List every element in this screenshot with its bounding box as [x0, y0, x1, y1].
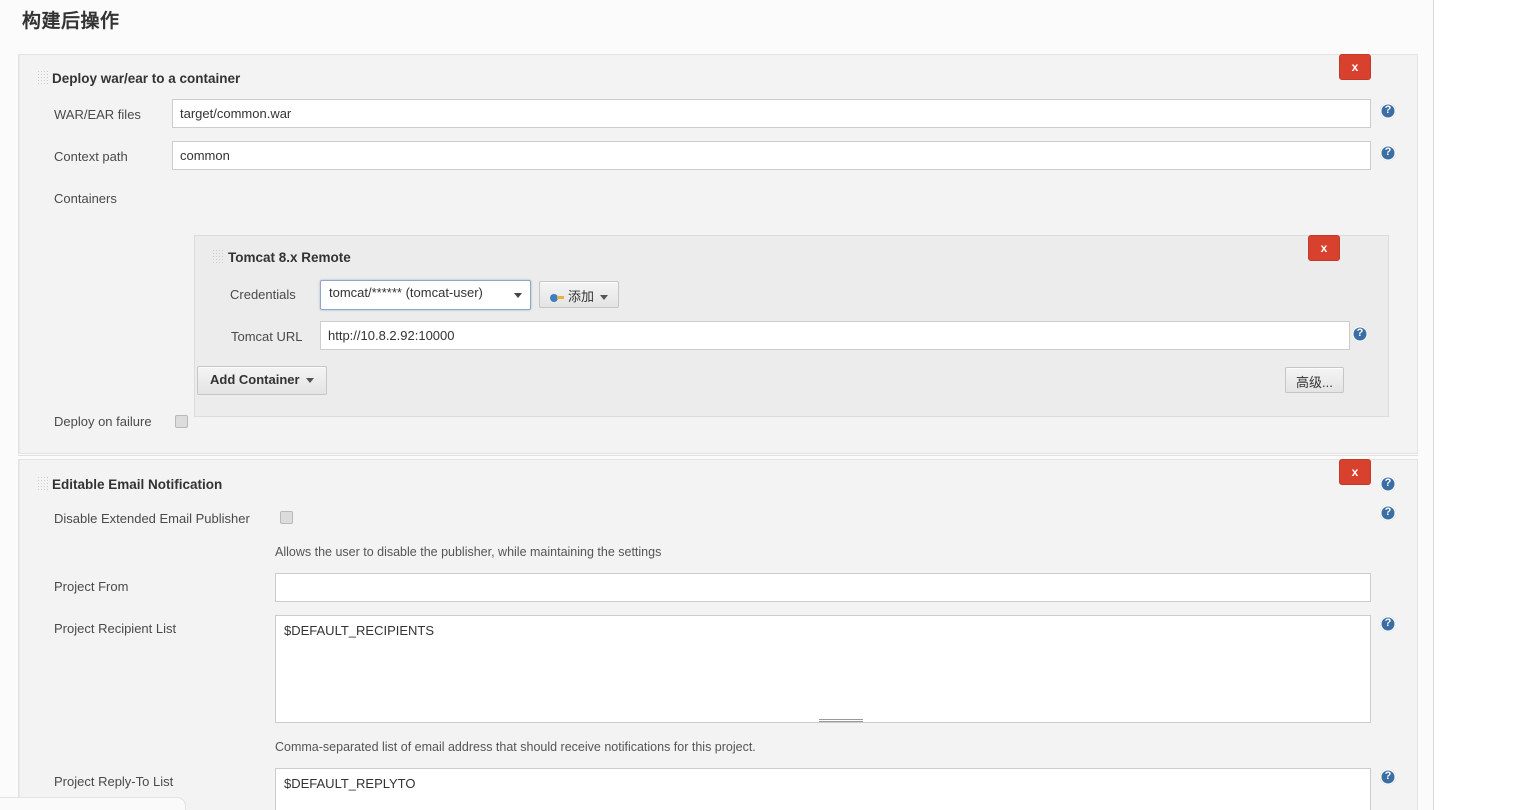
container-config-box: Tomcat 8.x Remote Credentials tomcat/***… [194, 235, 1389, 417]
section-title-deploy: Deploy war/ear to a container [52, 71, 241, 86]
help-icon[interactable]: ? [1380, 769, 1396, 785]
disable-extended-email-publisher-checkbox[interactable] [280, 511, 293, 524]
label-containers: Containers [54, 191, 117, 206]
context-path-input[interactable] [172, 141, 1371, 170]
remove-publisher-email-button[interactable]: x [1339, 459, 1371, 485]
add-credentials-button[interactable]: 添加 [539, 281, 620, 308]
help-icon[interactable]: ? [1380, 103, 1396, 119]
chevron-down-icon [514, 293, 522, 298]
add-credentials-label: 添加 [568, 289, 595, 304]
key-icon [550, 293, 564, 303]
section-title-email: Editable Email Notification [52, 477, 223, 492]
page-title: 构建后操作 [22, 11, 120, 32]
help-icon[interactable]: ? [1380, 505, 1396, 521]
label-context-path: Context path [54, 149, 128, 164]
project-recipient-list-textarea[interactable] [275, 615, 1371, 723]
add-container-label: Add Container [210, 372, 300, 387]
help-icon[interactable]: ? [1352, 326, 1368, 342]
project-from-input[interactable] [275, 573, 1371, 602]
remove-publisher-deploy-button[interactable]: x [1339, 54, 1371, 80]
label-credentials: Credentials [230, 287, 296, 302]
publisher-panel-email: Editable Email Notification x ? ? Disabl… [18, 459, 1418, 810]
help-icon[interactable]: ? [1380, 145, 1396, 161]
credentials-select[interactable]: tomcat/****** (tomcat-user) [320, 280, 531, 310]
add-container-button[interactable]: Add Container [197, 366, 327, 395]
floating-action-bar[interactable] [0, 797, 186, 810]
chevron-down-icon [305, 378, 314, 384]
help-icon[interactable]: ? [1380, 476, 1396, 492]
label-project-from: Project From [54, 579, 129, 594]
app-root: 构建后操作 Deploy war/ear to a container WAR/… [0, 0, 1514, 810]
disable-publisher-help-text: Allows the user to disable the publisher… [275, 545, 662, 559]
deploy-on-failure-checkbox[interactable] [175, 415, 188, 428]
credentials-select-value: tomcat/****** (tomcat-user) [329, 285, 483, 300]
drag-handle-icon[interactable] [37, 476, 48, 492]
label-project-reply-to-list: Project Reply-To List [54, 774, 174, 789]
advanced-button[interactable]: 高级... [1285, 367, 1344, 393]
panel-divider [18, 455, 1418, 456]
tomcat-url-input[interactable] [320, 321, 1350, 350]
recipient-list-help-text: Comma-separated list of email address th… [275, 740, 756, 754]
label-tomcat-url: Tomcat URL [231, 329, 303, 344]
textarea-resize-grip[interactable] [819, 719, 863, 722]
label-war-ear-files: WAR/EAR files [54, 107, 141, 122]
war-ear-files-input[interactable] [172, 99, 1371, 128]
container-title: Tomcat 8.x Remote [228, 250, 351, 265]
remove-container-button[interactable]: x [1308, 235, 1340, 261]
label-project-recipient-list: Project Recipient List [54, 621, 177, 636]
label-deploy-on-failure: Deploy on failure [54, 414, 152, 429]
publisher-panel-deploy: Deploy war/ear to a container WAR/EAR fi… [18, 54, 1418, 454]
drag-handle-icon[interactable] [37, 70, 48, 86]
help-icon[interactable]: ? [1380, 616, 1396, 632]
chevron-down-icon [600, 295, 609, 301]
main-content-column: 构建后操作 Deploy war/ear to a container WAR/… [0, 0, 1434, 810]
project-reply-to-list-textarea[interactable] [275, 768, 1371, 810]
label-disable-extended-email-publisher: Disable Extended Email Publisher [54, 511, 250, 526]
drag-handle-icon[interactable] [212, 249, 223, 265]
